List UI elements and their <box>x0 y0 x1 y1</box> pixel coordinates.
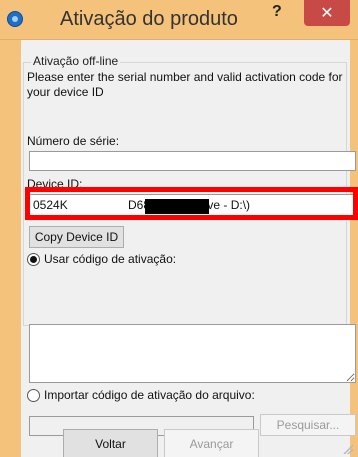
use-activation-code-option[interactable]: Usar código de ativação: <box>27 252 176 266</box>
highlight-annotation <box>25 187 358 220</box>
window-title: Ativação do produto <box>60 8 238 30</box>
instructions-text: Please enter the serial number and valid… <box>27 70 343 99</box>
app-icon <box>7 11 23 27</box>
activation-code-input[interactable] <box>29 324 356 383</box>
close-icon: ✕ <box>320 5 334 22</box>
group-legend: Ativação off-line <box>31 54 121 68</box>
back-button[interactable]: Voltar <box>63 429 158 457</box>
window-frame-right <box>350 40 358 457</box>
serial-number-label: Número de série: <box>27 134 120 148</box>
copy-device-id-button[interactable]: Copy Device ID <box>29 226 124 248</box>
serial-number-input[interactable] <box>29 151 356 171</box>
dialog-content: Ativação off-line Please enter the seria… <box>21 40 358 457</box>
import-activation-file-option[interactable]: Importar código de ativação do arquivo: <box>27 388 255 402</box>
close-button[interactable]: ✕ <box>304 0 350 26</box>
use-activation-code-label: Usar código de ativação: <box>44 252 177 266</box>
next-button[interactable]: Avançar <box>164 429 259 457</box>
help-button[interactable]: ? <box>272 3 282 21</box>
browse-button[interactable]: Pesquisar... <box>260 414 356 436</box>
import-activation-file-label: Importar código de ativação do arquivo: <box>44 388 255 402</box>
title-bar: Ativação do produto ? ✕ <box>0 0 358 40</box>
radio-import-file[interactable] <box>27 388 40 402</box>
resize-grip[interactable] <box>343 444 353 454</box>
window-frame-left <box>0 40 21 457</box>
radio-use-code[interactable] <box>27 252 40 266</box>
